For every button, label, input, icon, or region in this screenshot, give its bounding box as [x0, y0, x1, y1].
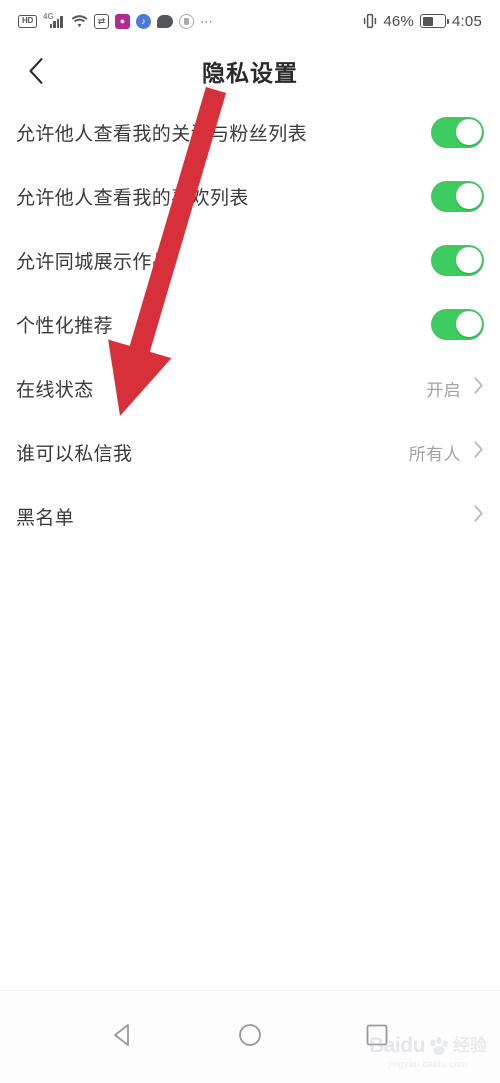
- system-navigation-bar: [0, 990, 500, 1083]
- row-control: 所有人: [409, 440, 484, 465]
- app-header: 隐私设置: [0, 42, 500, 100]
- clock-label: 4:05: [452, 12, 482, 30]
- row-label: 谁可以私信我: [16, 443, 133, 465]
- status-bar: HD 4G ⇄ ● ♪ ⋯ 46% 4:05: [0, 0, 500, 42]
- nav-recents-button[interactable]: [349, 1009, 405, 1065]
- toggle-knob: [455, 119, 482, 145]
- toggle-nearby-works[interactable]: [431, 244, 484, 276]
- row-online-status[interactable]: 在线状态 开启: [0, 356, 500, 420]
- row-label: 个性化推荐: [16, 315, 114, 337]
- signal-icon: 4G: [43, 12, 65, 29]
- toggle-knob: [455, 183, 482, 209]
- toggle-knob: [455, 247, 482, 273]
- toggle-personalized-recommendation[interactable]: [431, 308, 484, 340]
- row-label: 黑名单: [16, 507, 75, 529]
- row-label: 在线状态: [16, 379, 94, 401]
- toggle-follow-fans-list[interactable]: [431, 116, 484, 148]
- chevron-right-icon: [473, 440, 484, 464]
- hd-icon: HD: [18, 14, 37, 28]
- row-control: 开启: [426, 376, 484, 401]
- shield-icon: [179, 13, 194, 29]
- phone-screen: HD 4G ⇄ ● ♪ ⋯ 46% 4:05 隐私设置 允许他人查看我的关注与粉…: [0, 0, 500, 1083]
- row-control: [431, 244, 484, 276]
- wifi-icon: [71, 14, 88, 28]
- chevron-right-icon: [473, 504, 484, 528]
- signal-bars: [50, 16, 63, 28]
- qq-icon: ●: [115, 13, 130, 29]
- page-title: 隐私设置: [202, 60, 298, 86]
- row-label: 允许他人查看我的喜欢列表: [16, 187, 249, 209]
- nav-home-button[interactable]: [222, 1009, 278, 1065]
- battery-icon: [420, 14, 449, 28]
- row-likes-list[interactable]: 允许他人查看我的喜欢列表: [0, 164, 500, 228]
- chevron-right-icon: [473, 376, 484, 400]
- message-icon: [157, 14, 173, 28]
- back-triangle-icon: [110, 1022, 136, 1053]
- row-nearby-works[interactable]: 允许同城展示作品: [0, 228, 500, 292]
- back-button[interactable]: [14, 42, 58, 100]
- vibrate-icon: [363, 13, 377, 29]
- toggle-knob: [455, 311, 482, 337]
- toggle-likes-list[interactable]: [431, 180, 484, 212]
- recents-square-icon: [364, 1022, 390, 1053]
- back-chevron-icon: [26, 56, 46, 86]
- row-who-can-message-me[interactable]: 谁可以私信我 所有人: [0, 420, 500, 484]
- row-control: [431, 308, 484, 340]
- nav-back-button[interactable]: [95, 1009, 151, 1065]
- row-label: 允许同城展示作品: [16, 251, 172, 273]
- row-blacklist[interactable]: 黑名单: [0, 484, 500, 548]
- row-personalized-recommendation[interactable]: 个性化推荐: [0, 292, 500, 356]
- row-control: [431, 116, 484, 148]
- app-icon: ⇄: [94, 13, 109, 29]
- status-bar-right: 46% 4:05: [363, 13, 482, 30]
- row-label: 允许他人查看我的关注与粉丝列表: [16, 123, 308, 145]
- row-follow-fans-list[interactable]: 允许他人查看我的关注与粉丝列表: [0, 100, 500, 164]
- battery-percent-label: 46%: [383, 12, 414, 30]
- row-value: 所有人: [408, 444, 461, 464]
- row-control: [461, 504, 484, 528]
- more-icon: ⋯: [200, 13, 214, 29]
- settings-list: 允许他人查看我的关注与粉丝列表 允许他人查看我的喜欢列表 允许同城展示作品 个性…: [0, 100, 500, 548]
- status-bar-left: HD 4G ⇄ ● ♪ ⋯: [18, 12, 214, 29]
- home-circle-icon: [237, 1022, 263, 1053]
- row-value: 开启: [426, 380, 461, 400]
- music-icon: ♪: [136, 13, 151, 29]
- row-control: [431, 180, 484, 212]
